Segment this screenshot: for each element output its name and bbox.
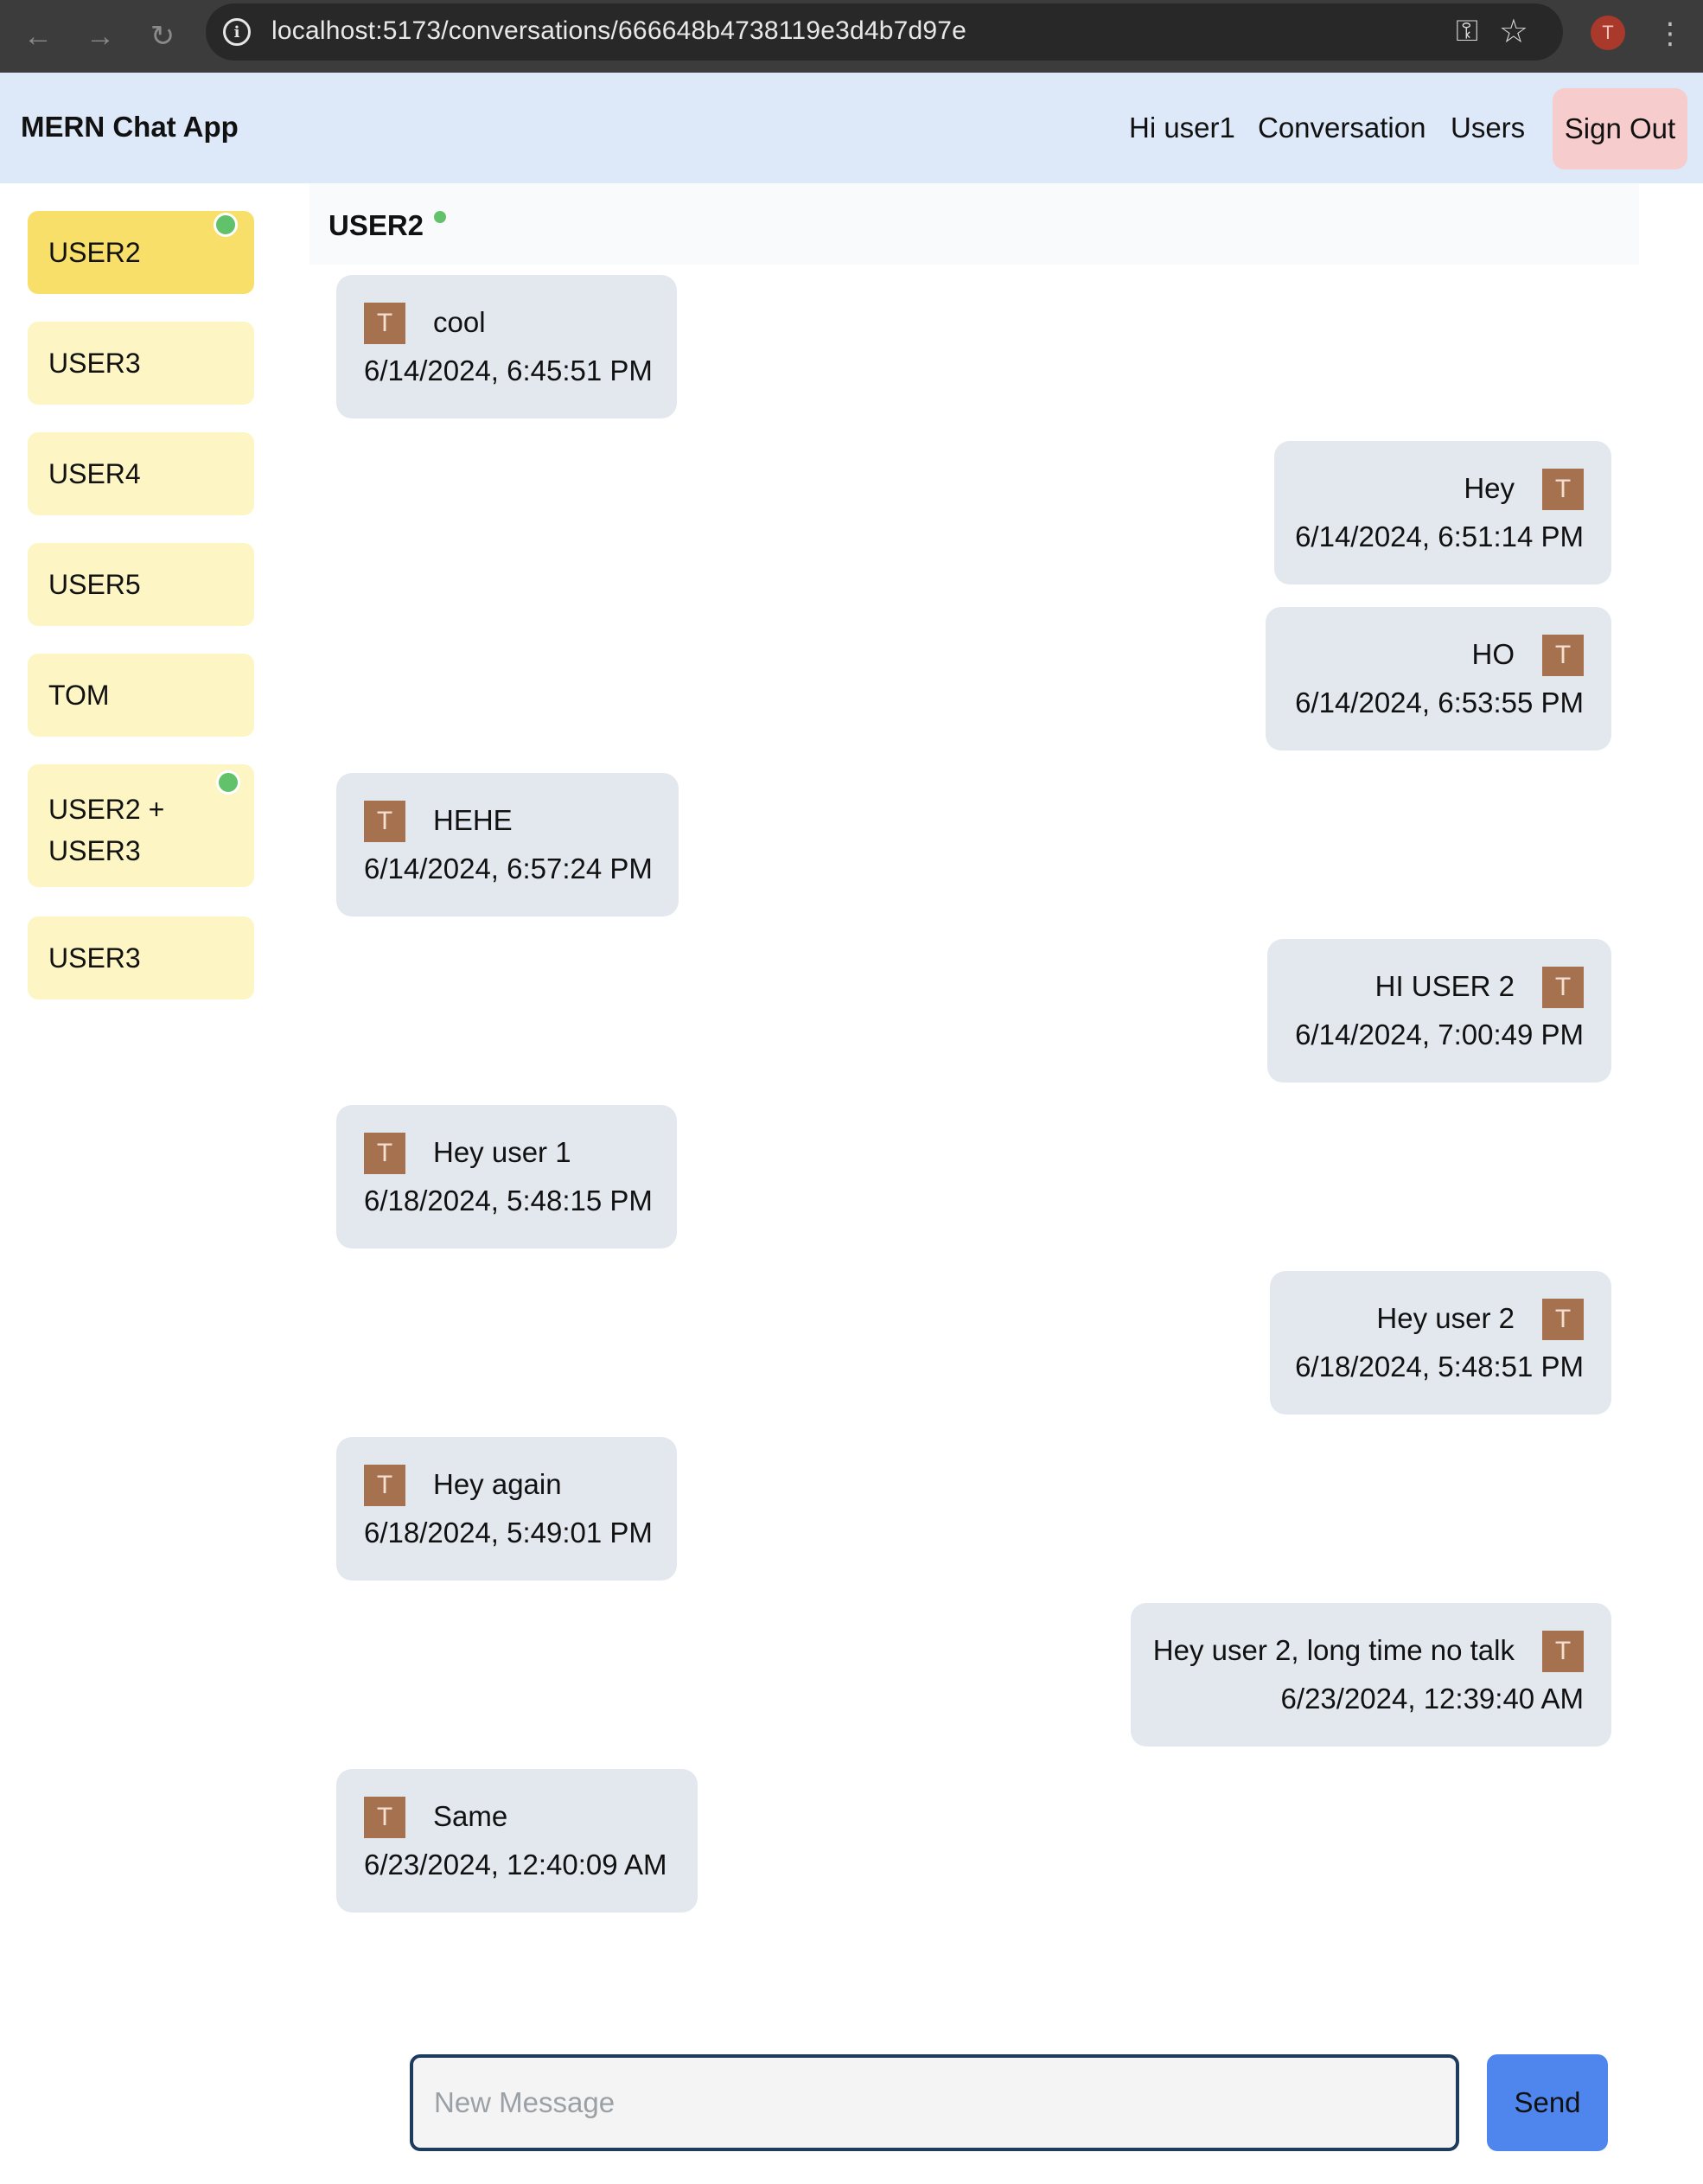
profile-avatar[interactable]: T: [1591, 16, 1625, 50]
message-text: Hey user 2: [1376, 1302, 1515, 1334]
sidebar-item-user2[interactable]: USER2: [28, 211, 254, 294]
sidebar-item-label: USER2: [48, 236, 141, 268]
message-text: Hey again: [433, 1468, 562, 1500]
sender-avatar: T: [1542, 1299, 1584, 1340]
message-bubble: T Hey again 6/18/2024, 5:49:01 PM: [336, 1437, 677, 1581]
message-timestamp: 6/18/2024, 5:48:15 PM: [364, 1185, 653, 1217]
message-timestamp: 6/18/2024, 5:49:01 PM: [364, 1517, 653, 1549]
message-text: HO: [1471, 638, 1515, 670]
sidebar-item-label: USER2 + USER3: [48, 789, 164, 872]
message-bubble: T Hey 6/14/2024, 6:51:14 PM: [1274, 441, 1611, 584]
sidebar-item-tom[interactable]: TOM: [28, 654, 254, 737]
message-timestamp: 6/14/2024, 6:45:51 PM: [364, 354, 653, 386]
sender-avatar: T: [1542, 1631, 1584, 1672]
message-text: Hey user 1: [433, 1136, 571, 1168]
sender-avatar: T: [364, 1797, 405, 1838]
browser-menu-icon[interactable]: ⋮: [1655, 12, 1685, 55]
message-text: Hey: [1464, 472, 1515, 504]
nav-conversation-link[interactable]: Conversation: [1258, 112, 1426, 144]
nav-users-link[interactable]: Users: [1451, 112, 1525, 144]
conversation-header: USER2: [309, 183, 1639, 265]
message-timestamp: 6/14/2024, 6:57:24 PM: [364, 853, 653, 884]
online-status-icon: [434, 211, 446, 223]
sender-avatar: T: [1542, 635, 1584, 676]
site-info-icon[interactable]: i: [223, 18, 251, 46]
forward-arrow-icon[interactable]: →: [76, 12, 124, 61]
back-arrow-icon[interactable]: ←: [14, 12, 62, 61]
greeting-text: Hi user1: [1129, 112, 1235, 144]
sidebar-item-user3-second[interactable]: USER3: [28, 916, 254, 999]
message-text: HEHE: [433, 804, 513, 836]
message-bubble: T Same 6/23/2024, 12:40:09 AM: [336, 1769, 698, 1913]
message-timestamp: 6/23/2024, 12:39:40 AM: [1280, 1683, 1584, 1715]
sidebar-item-label: TOM: [48, 679, 110, 711]
message-bubble: T Hey user 1 6/18/2024, 5:48:15 PM: [336, 1105, 677, 1248]
sender-avatar: T: [364, 801, 405, 842]
url-text[interactable]: localhost:5173/conversations/666648b4738…: [271, 16, 966, 46]
message-bubble: T HI USER 2 6/14/2024, 7:00:49 PM: [1267, 939, 1611, 1082]
sender-avatar: T: [364, 1465, 405, 1506]
message-bubble: T cool 6/14/2024, 6:45:51 PM: [336, 275, 677, 418]
online-indicator-icon: [216, 770, 240, 795]
message-timestamp: 6/23/2024, 12:40:09 AM: [364, 1849, 667, 1881]
message-text: cool: [433, 306, 486, 338]
sidebar-item-label: USER3: [48, 942, 141, 974]
message-timestamp: 6/18/2024, 5:48:51 PM: [1295, 1351, 1584, 1383]
sign-out-button[interactable]: Sign Out: [1553, 88, 1687, 169]
sidebar-item-user3[interactable]: USER3: [28, 322, 254, 405]
app-header: MERN Chat App Hi user1 Conversation User…: [0, 73, 1703, 183]
message-bubble: T HO 6/14/2024, 6:53:55 PM: [1266, 607, 1611, 750]
message-bubble: T HEHE 6/14/2024, 6:57:24 PM: [336, 773, 679, 916]
message-text: Same: [433, 1800, 508, 1832]
message-bubble: T Hey user 2 6/18/2024, 5:48:51 PM: [1270, 1271, 1611, 1414]
sidebar-item-label-line2: USER3: [48, 835, 141, 866]
sender-avatar: T: [1542, 469, 1584, 510]
message-bubble: T Hey user 2, long time no talk 6/23/202…: [1131, 1603, 1611, 1747]
sender-avatar: T: [364, 303, 405, 344]
sidebar-item-label: USER3: [48, 347, 141, 379]
sidebar-item-user4[interactable]: USER4: [28, 432, 254, 515]
sidebar-item-group-user2-user3[interactable]: USER2 + USER3: [28, 764, 254, 887]
browser-toolbar: ← → ↻ i localhost:5173/conversations/666…: [0, 0, 1703, 73]
sidebar-item-label: USER5: [48, 568, 141, 600]
bookmark-star-icon[interactable]: ☆: [1499, 12, 1528, 51]
send-button[interactable]: Send: [1487, 2054, 1608, 2151]
message-text: Hey user 2, long time no talk: [1152, 1634, 1515, 1666]
sidebar-item-label-line1: USER2 +: [48, 794, 165, 825]
conversation-title: USER2: [328, 209, 424, 241]
online-indicator-icon: [214, 213, 238, 237]
reload-icon[interactable]: ↻: [138, 12, 187, 61]
password-key-icon[interactable]: ⚿: [1456, 15, 1478, 48]
message-text: HI USER 2: [1375, 970, 1515, 1002]
sidebar-item-label: USER4: [48, 457, 141, 489]
message-timestamp: 6/14/2024, 7:00:49 PM: [1295, 1019, 1584, 1050]
sidebar-item-user5[interactable]: USER5: [28, 543, 254, 626]
new-message-input[interactable]: [410, 2054, 1459, 2151]
address-bar[interactable]: i localhost:5173/conversations/666648b47…: [206, 3, 1563, 61]
sender-avatar: T: [364, 1133, 405, 1174]
app-brand[interactable]: MERN Chat App: [21, 111, 239, 144]
message-timestamp: 6/14/2024, 6:53:55 PM: [1295, 686, 1584, 718]
message-timestamp: 6/14/2024, 6:51:14 PM: [1295, 520, 1584, 552]
sender-avatar: T: [1542, 967, 1584, 1008]
